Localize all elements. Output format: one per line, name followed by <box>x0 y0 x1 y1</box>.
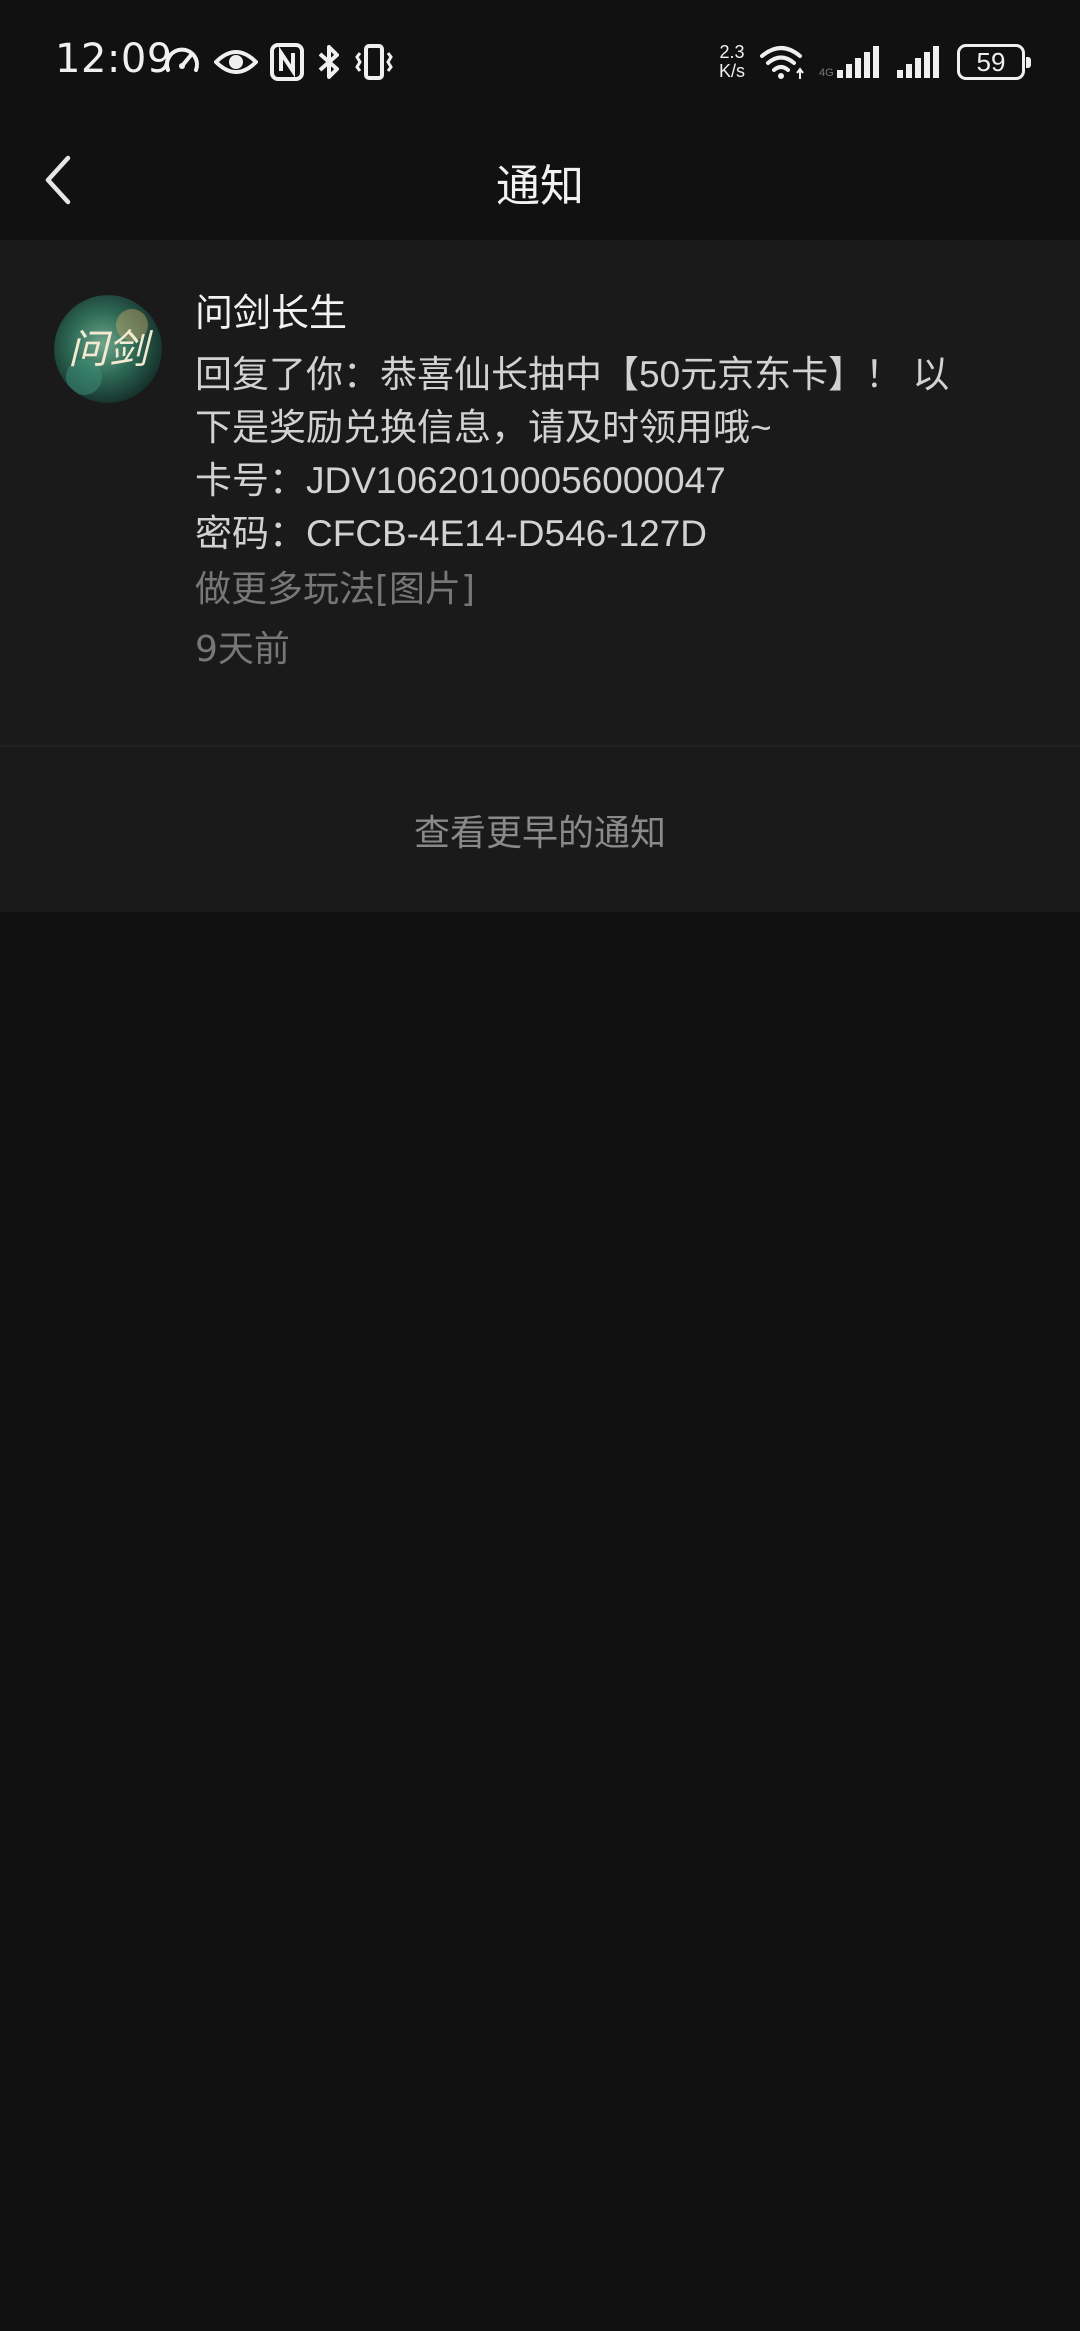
password-line: 密码：CFCB-4E14-D546-127D <box>195 513 708 554</box>
avatar-text: 问剑 <box>68 327 154 373</box>
svg-text:4G: 4G <box>819 67 834 79</box>
page-title: 通知 <box>496 161 584 212</box>
nfc-icon <box>270 43 304 81</box>
status-time: 12:09 <box>55 36 173 82</box>
signal-icon: 4G <box>819 46 879 79</box>
net-speed: 2.3 K/s <box>719 43 745 81</box>
notification-message: 回复了你：恭喜仙长抽中【50元京东卡】！ 以 下是奖励兑换信息，请及时领用哦~ … <box>195 348 1025 560</box>
bluetooth-icon <box>318 45 339 79</box>
battery-level: 59 <box>976 46 1006 77</box>
signal-icon <box>897 46 939 78</box>
view-earlier-button[interactable]: 查看更早的通知 <box>0 747 1080 912</box>
status-left-icons <box>162 40 394 84</box>
sender-name[interactable]: 问剑长生 <box>195 288 1025 338</box>
view-earlier-label: 查看更早的通知 <box>413 812 666 854</box>
notification-body: 问剑长生 回复了你：恭喜仙长抽中【50元京东卡】！ 以 下是奖励兑换信息，请及时… <box>195 288 1025 680</box>
message-line: 回复了你：恭喜仙长抽中【50元京东卡】！ 以 <box>195 354 950 395</box>
reply-context[interactable]: 做更多玩法[图片] <box>195 560 1025 620</box>
net-speed-value: 2.3 <box>719 42 745 62</box>
eye-icon <box>214 50 258 74</box>
notification-item[interactable]: 问剑 问剑长生 回复了你：恭喜仙长抽中【50元京东卡】！ 以 下是奖励兑换信息，… <box>0 240 1080 745</box>
nav-bar: 通知 <box>0 120 1080 240</box>
net-speed-unit: K/s <box>718 61 745 81</box>
wifi-icon <box>760 46 804 79</box>
timestamp: 9天前 <box>195 629 290 670</box>
avatar[interactable]: 问剑 <box>54 295 162 403</box>
status-bar: 12:09 2.3 K/s 4G 59 <box>0 0 1080 120</box>
vibrate-icon <box>355 44 393 80</box>
status-right: 2.3 K/s 4G 59 <box>719 38 1031 86</box>
message-line: 下是奖励兑换信息，请及时领用哦~ <box>195 407 772 448</box>
card-number-line: 卡号：JDV10620100056000047 <box>195 460 726 501</box>
battery-indicator: 59 <box>957 44 1031 80</box>
speedometer-icon <box>165 47 199 72</box>
